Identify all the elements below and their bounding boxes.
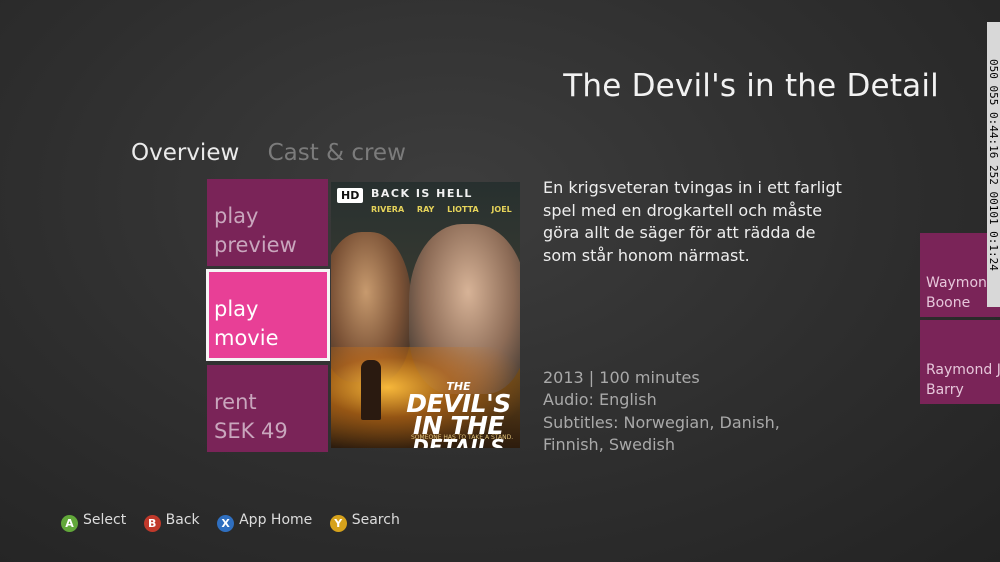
timecode-overlay: 050 055 0:44:16 252 00101 0:1:24	[987, 22, 1000, 307]
cast-tile[interactable]: Raymond J. Barry	[920, 320, 1000, 404]
hd-badge: HD	[337, 188, 364, 203]
movie-description: En krigsveteran tvingas in i ett farligt…	[543, 178, 842, 265]
rent-tile[interactable]: rent SEK 49	[207, 365, 328, 452]
rent-price: SEK 49	[214, 419, 288, 443]
tab-overview[interactable]: Overview	[131, 140, 239, 166]
page-title: The Devil's in the Detail	[563, 68, 939, 104]
poster-cast-line: RIVERA RAY LIOTTA JOEL MATHEWS	[371, 205, 520, 214]
x-button-icon: X	[217, 515, 235, 532]
controller-hints: A Select B Back X App Home Y Search	[61, 512, 413, 532]
tab-bar: Overview Cast & crew	[131, 140, 427, 166]
b-button-icon: B	[143, 515, 161, 532]
movie-poster: HD BACK IS HELL RIVERA RAY LIOTTA JOEL M…	[331, 182, 520, 448]
hint-app-home[interactable]: X App Home	[217, 512, 312, 532]
poster-footer: SOMEONE HAS TO TAKE A STAND.	[411, 434, 514, 441]
cast-name: Raymond J. Barry	[926, 362, 1000, 398]
audio-info: Audio: English	[543, 390, 657, 410]
play-preview-tile[interactable]: play preview	[207, 179, 328, 266]
play-preview-label: play preview	[214, 204, 297, 257]
y-button-icon: Y	[329, 515, 347, 532]
hint-search[interactable]: Y Search	[329, 512, 400, 532]
subtitles-info: Subtitles: Norwegian, Danish, Finnish, S…	[543, 412, 780, 454]
hint-select[interactable]: A Select	[61, 512, 126, 532]
play-movie-label: play movie	[214, 297, 279, 350]
play-movie-tile[interactable]: play movie	[206, 269, 330, 361]
movie-meta: 2013 | 100 minutes Audio: English Subtit…	[543, 367, 843, 456]
hint-back[interactable]: B Back	[143, 512, 200, 532]
poster-tagline: BACK IS HELL	[371, 187, 473, 200]
poster-figure	[361, 360, 381, 420]
rent-label: rent SEK 49	[214, 388, 288, 446]
tab-cast-and-crew[interactable]: Cast & crew	[268, 140, 406, 166]
a-button-icon: A	[61, 515, 78, 532]
year-duration: 2013 | 100 minutes	[543, 368, 700, 387]
